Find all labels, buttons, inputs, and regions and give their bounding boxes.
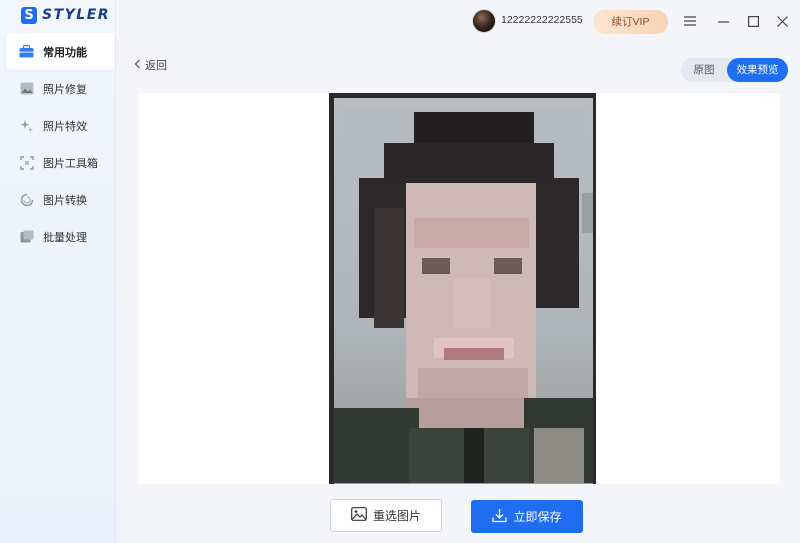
sparkle-effects-icon — [19, 119, 34, 133]
sidebar-item-batch-processing[interactable]: 批量处理 — [6, 218, 115, 255]
toolbox-icon — [19, 45, 34, 59]
sidebar-item-label: 照片修复 — [43, 82, 87, 96]
sidebar-item-label: 批量处理 — [43, 230, 87, 244]
minimize-icon[interactable] — [714, 12, 732, 30]
user-id: 12222222222555 — [501, 14, 583, 26]
sidebar-item-image-convert[interactable]: 图片转换 — [6, 181, 115, 218]
view-toggle: 原图 效果预览 — [681, 58, 788, 82]
back-label: 返回 — [145, 59, 167, 72]
convert-icon — [19, 193, 34, 207]
logo-mark: S — [21, 6, 37, 24]
sidebar-item-label: 图片转换 — [43, 193, 87, 207]
sidebar-item-label: 图片工具箱 — [43, 156, 98, 170]
tab-effect-preview[interactable]: 效果预览 — [727, 58, 788, 82]
save-label: 立即保存 — [513, 510, 562, 524]
back-link[interactable]: 返回 — [134, 57, 167, 73]
sidebar-nav: 常用功能 照片修复 照片特效 图片工具箱 图片转换 批量处理 — [0, 33, 116, 255]
save-now-button[interactable]: 立即保存 — [471, 500, 583, 533]
tools-grid-icon — [19, 155, 34, 170]
sidebar-item-label: 照片特效 — [43, 119, 87, 133]
reselect-image-button[interactable]: 重选图片 — [330, 499, 442, 532]
sidebar-item-common-functions[interactable]: 常用功能 — [6, 33, 115, 70]
tab-original[interactable]: 原图 — [681, 58, 727, 82]
close-icon[interactable] — [773, 12, 791, 30]
renew-vip-button[interactable]: 续订VIP — [593, 10, 668, 34]
sidebar-item-photo-repair[interactable]: 照片修复 — [6, 70, 115, 107]
maximize-icon[interactable] — [744, 12, 762, 30]
preview-canvas — [139, 93, 780, 484]
sidebar: S STYLER 常用功能 照片修复 照片特效 图片工具箱 图片转换 批量处理 — [0, 0, 116, 543]
sidebar-item-image-toolbox[interactable]: 图片工具箱 — [6, 144, 115, 181]
menu-icon[interactable] — [681, 12, 699, 30]
sidebar-item-photo-effects[interactable]: 照片特效 — [6, 107, 115, 144]
image-icon — [351, 507, 367, 524]
logo-text: STYLER — [42, 7, 111, 23]
chevron-left-icon — [134, 59, 141, 72]
photo-repair-icon — [19, 82, 34, 96]
download-icon — [492, 508, 508, 526]
preview-photo — [329, 93, 596, 484]
top-bar: 12222222222555 续订VIP — [116, 0, 800, 42]
app-logo: S STYLER — [21, 5, 110, 25]
pixelated-portrait-image — [334, 98, 593, 484]
reselect-label: 重选图片 — [372, 509, 421, 523]
sidebar-item-label: 常用功能 — [43, 45, 87, 59]
batch-icon — [19, 230, 34, 244]
user-avatar[interactable] — [472, 9, 496, 33]
